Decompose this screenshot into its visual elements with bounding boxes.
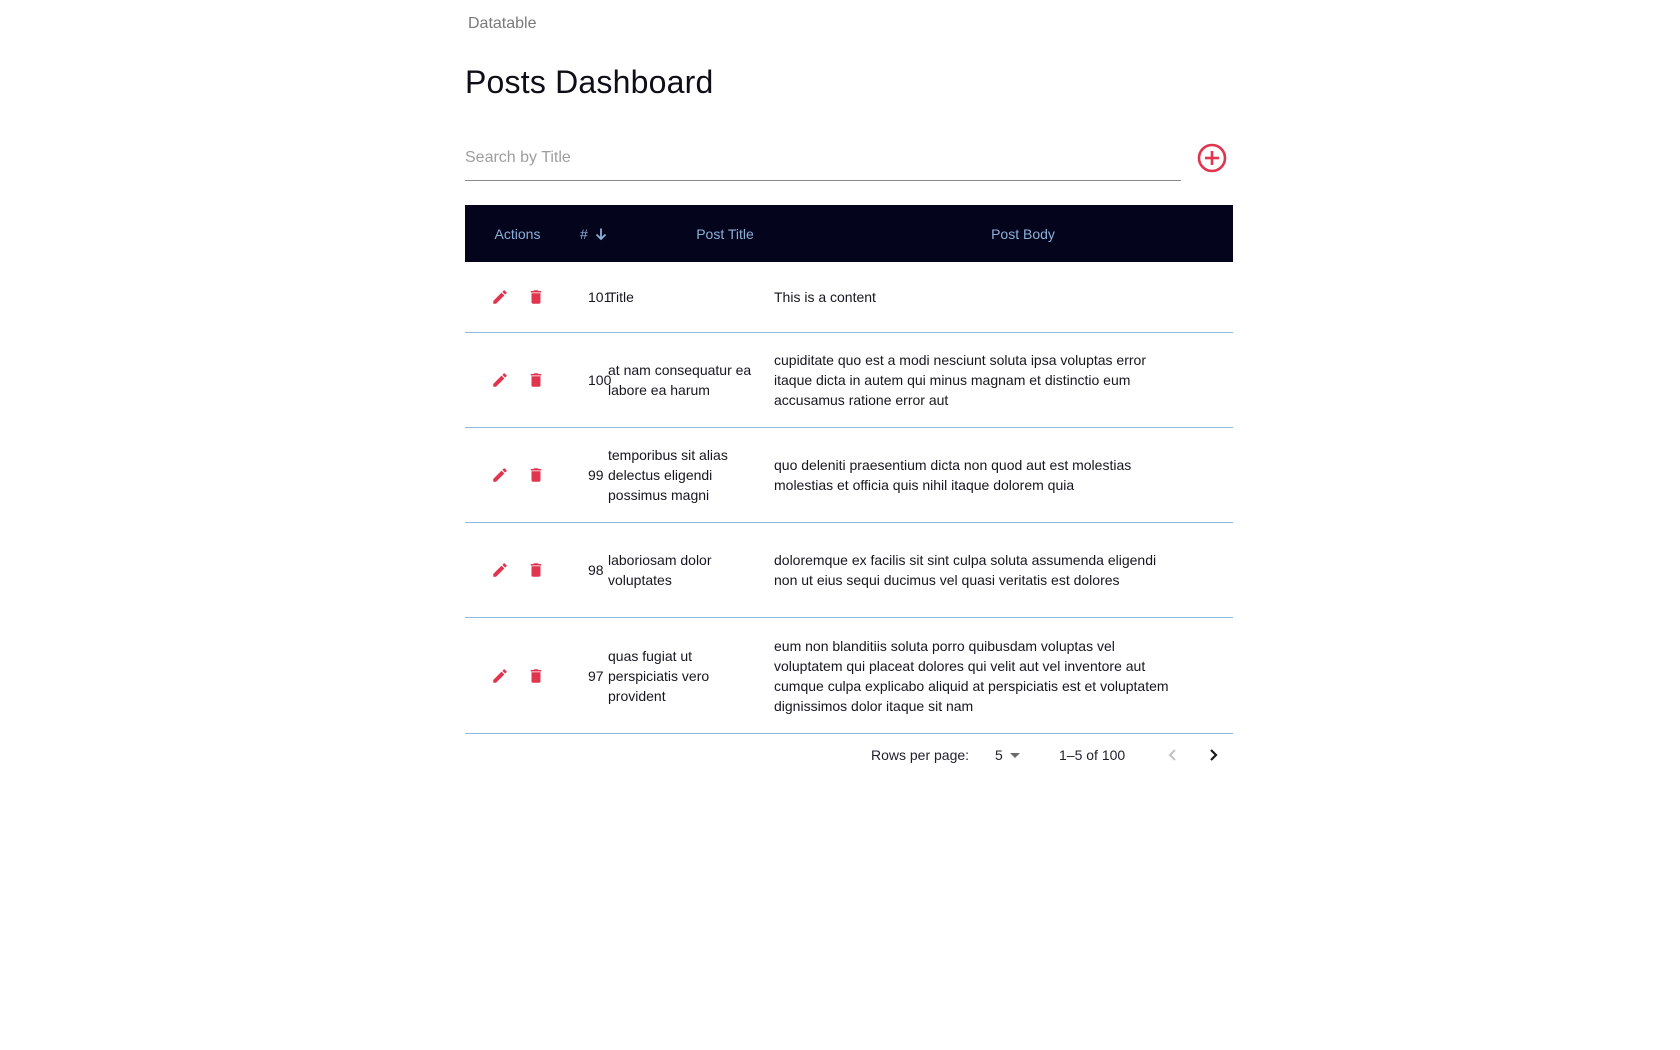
header-actions: Actions: [494, 225, 541, 242]
arrow-down-icon: [595, 228, 606, 240]
header-body[interactable]: Post Body: [813, 226, 1233, 242]
app-label: Datatable: [468, 15, 537, 32]
add-circle-icon: [1197, 143, 1227, 173]
table-row: 97 quas fugiat ut perspiciatis vero prov…: [465, 618, 1233, 734]
page-range: 1–5 of 100: [1059, 747, 1126, 763]
pagination: Rows per page: 5 1–5 of 100: [465, 730, 1233, 782]
previous-page-button[interactable]: [1161, 743, 1185, 770]
table-row: 100 at nam consequatur ea labore ea haru…: [465, 333, 1233, 428]
search-row: [465, 136, 1233, 182]
header-title[interactable]: Post Title: [637, 226, 813, 242]
posts-table: Actions # Post Title Post Body 101 Title…: [465, 205, 1233, 734]
caret-down-icon: [1009, 753, 1020, 758]
row-body: eum non blanditiis soluta porro quibusda…: [774, 637, 1169, 714]
page: Datatable Posts Dashboard Actions #: [0, 0, 1680, 1050]
table-header: Actions # Post Title Post Body: [465, 205, 1233, 262]
row-body: doloremque ex facilis sit sint culpa sol…: [774, 552, 1157, 588]
next-page-button[interactable]: [1201, 743, 1225, 770]
page-title: Posts Dashboard: [465, 64, 714, 100]
rows-per-page-value: 5: [995, 747, 1003, 763]
row-title: laboriosam dolor voluptates: [608, 552, 712, 588]
table-row: 101 Title This is a content: [465, 262, 1233, 333]
table-row: 98 laboriosam dolor voluptates doloremqu…: [465, 523, 1233, 618]
search-input[interactable]: [465, 136, 1181, 181]
header-id[interactable]: #: [570, 226, 637, 242]
row-title: Title: [608, 289, 634, 305]
rows-per-page-select[interactable]: 5: [995, 747, 1023, 763]
row-body: This is a content: [774, 289, 876, 305]
table-row: 99 temporibus sit alias delectus eligend…: [465, 428, 1233, 523]
row-body: cupiditate quo est a modi nesciunt solut…: [774, 352, 1146, 408]
rows-per-page-label: Rows per page:: [871, 747, 970, 763]
chevron-left-icon: [1168, 749, 1176, 761]
row-title: at nam consequatur ea labore ea harum: [608, 362, 752, 398]
header-id-label: #: [580, 225, 588, 242]
add-post-button[interactable]: [1191, 137, 1233, 179]
row-title: quas fugiat ut perspiciatis vero provide…: [608, 647, 710, 704]
chevron-right-icon: [1210, 749, 1218, 761]
row-body: quo deleniti praesentium dicta non quod …: [774, 457, 1132, 493]
row-title: temporibus sit alias delectus eligendi p…: [608, 447, 728, 503]
